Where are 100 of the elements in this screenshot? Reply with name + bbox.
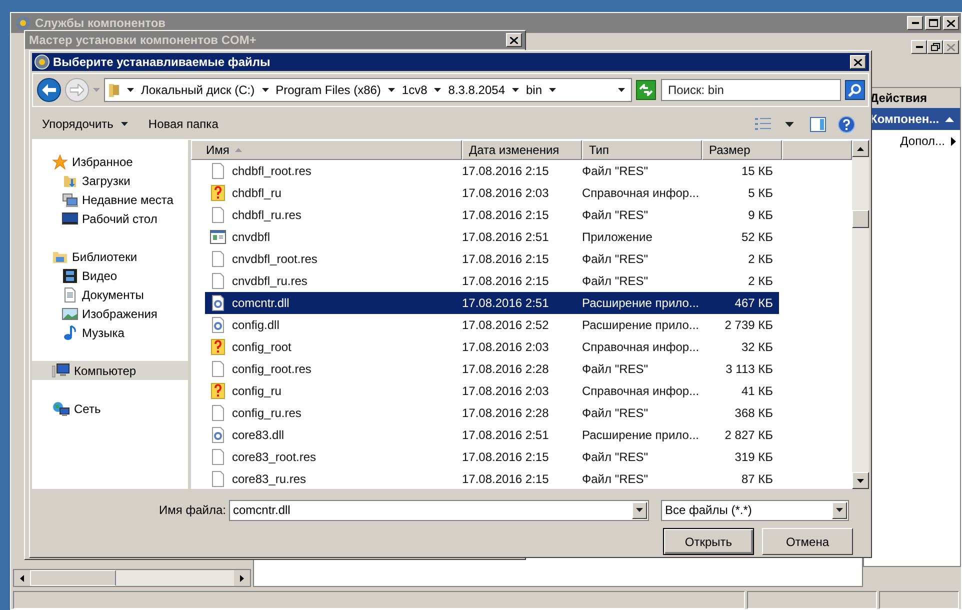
file-name-label: Имя файла: xyxy=(158,502,227,519)
column-header[interactable] xyxy=(782,140,852,160)
date-cell-text: 17.08.2016 2:03 xyxy=(462,339,550,356)
file-row[interactable]: chdbfl_ru.res 17.08.2016 2:15 Файл "RES" 9 КБ xyxy=(205,204,779,226)
preview-pane-button[interactable] xyxy=(810,116,826,132)
search-button[interactable] xyxy=(845,80,865,100)
file-row[interactable]: core83.dll 17.08.2016 2:51 Расширение прило... 2 827 КБ xyxy=(205,424,779,446)
scroll-thumb[interactable] xyxy=(30,570,116,586)
file-row[interactable]: config_root 17.08.2016 2:03 Справочная инфор... 32 КБ xyxy=(205,336,779,358)
size-cell-text: 87 КБ xyxy=(740,471,773,488)
back-button[interactable] xyxy=(37,78,61,102)
date-cell-text: 17.08.2016 2:03 xyxy=(462,383,550,400)
new-folder-button[interactable]: Новая папка xyxy=(148,115,218,133)
navigation-item[interactable]: Сеть xyxy=(32,399,188,418)
file-icon xyxy=(211,273,225,289)
close-button[interactable] xyxy=(943,40,959,54)
caret-icon xyxy=(262,88,269,92)
type-cell-text: Файл "RES" xyxy=(582,163,650,180)
maximize-button[interactable] xyxy=(925,16,941,30)
minimize-button[interactable] xyxy=(911,40,927,54)
type-cell-text: Расширение прило... xyxy=(582,427,700,444)
file-row[interactable]: chdbfl_root.res 17.08.2016 2:15 Файл "RES" 15 КБ xyxy=(205,160,779,182)
action-item[interactable]: Допол... xyxy=(864,130,960,152)
restore-button[interactable] xyxy=(927,40,943,54)
navigation-item[interactable]: Избранное xyxy=(32,152,188,171)
computer-icon xyxy=(52,362,70,378)
breadcrumb[interactable]: bin xyxy=(526,81,542,99)
file-name: config_root.res xyxy=(232,361,312,378)
minimize-button[interactable] xyxy=(907,16,923,30)
navigation-item[interactable]: Музыка xyxy=(32,323,188,342)
close-button[interactable] xyxy=(506,33,522,47)
file-row[interactable]: chdbfl_ru 17.08.2016 2:03 Справочная инфор... 5 КБ xyxy=(205,182,779,204)
search-field[interactable]: Поиск: bin xyxy=(661,79,841,101)
breadcrumb[interactable]: Локальный диск (C:) xyxy=(141,81,255,99)
type-cell-text: Файл "RES" xyxy=(582,207,650,224)
address-bar[interactable]: Локальный диск (C:) Program Files (x86) 1cv8 8.3.8.2054 bin xyxy=(104,78,632,102)
navigation-label: Рабочий стол xyxy=(82,210,158,228)
date-cell-text: 17.08.2016 2:15 xyxy=(462,251,550,268)
navigation-item[interactable]: Рабочий стол xyxy=(32,209,188,228)
type-cell-text: Файл "RES" xyxy=(582,449,650,466)
close-button[interactable] xyxy=(850,55,866,69)
breadcrumb[interactable]: 8.3.8.2054 xyxy=(448,81,505,99)
horizontal-scrollbar[interactable] xyxy=(13,569,251,587)
organize-menu[interactable]: Упорядочить xyxy=(42,115,128,133)
file-row[interactable]: comcntr.dll 17.08.2016 2:51 Расширение прило... 467 КБ xyxy=(205,292,779,314)
file-name: core83_ru.res xyxy=(232,471,306,488)
minimize-icon xyxy=(912,22,918,24)
date-cell-text: 17.08.2016 2:03 xyxy=(462,185,550,202)
navigation-item[interactable]: Недавние места xyxy=(32,190,188,209)
window-title: Службы компонентов xyxy=(35,15,166,32)
column-header[interactable]: Размер xyxy=(702,140,782,160)
column-header[interactable]: Дата изменения xyxy=(462,140,582,160)
film-icon xyxy=(62,268,78,284)
file-row[interactable]: config_ru.res 17.08.2016 2:28 Файл "RES" 368 КБ xyxy=(205,402,779,424)
maximize-icon xyxy=(928,19,938,27)
application-icon xyxy=(210,230,226,244)
help-file-icon xyxy=(211,339,225,355)
help-file-icon xyxy=(211,383,225,399)
file-row[interactable]: config.dll 17.08.2016 2:52 Расширение прило... 2 739 КБ xyxy=(205,314,779,336)
file-row[interactable]: cnvdbfl_ru.res 17.08.2016 2:15 Файл "RES" 2 КБ xyxy=(205,270,779,292)
close-button[interactable] xyxy=(943,16,959,30)
file-row[interactable]: cnvdbfl_root.res 17.08.2016 2:15 Файл "RES" 2 КБ xyxy=(205,248,779,270)
view-dropdown[interactable] xyxy=(785,122,794,126)
file-row[interactable]: cnvdbfl 17.08.2016 2:51 Приложение 52 КБ xyxy=(205,226,779,248)
file-row[interactable]: config_ru 17.08.2016 2:03 Справочная инфор... 41 КБ xyxy=(205,380,779,402)
size-cell-text: 3 113 КБ xyxy=(724,361,773,378)
file-row[interactable]: core83_root.res 17.08.2016 2:15 Файл "RES" 319 КБ xyxy=(205,446,779,468)
date-cell-text: 17.08.2016 2:28 xyxy=(462,405,550,422)
caret-icon xyxy=(836,508,843,512)
file-type-dropdown[interactable]: Все файлы (*.*) xyxy=(661,500,849,520)
navigation-label: Компьютер xyxy=(74,362,136,380)
navigation-item[interactable]: Библиотеки xyxy=(32,247,188,266)
dialog-button[interactable]: Отмена xyxy=(762,528,853,555)
help-button[interactable] xyxy=(838,116,855,132)
scroll-thumb[interactable] xyxy=(852,210,869,228)
date-cell-text: 17.08.2016 2:51 xyxy=(462,229,550,246)
column-header[interactable]: Тип xyxy=(582,140,702,160)
caret-icon xyxy=(549,88,556,92)
navigation-item[interactable]: Видео xyxy=(32,266,188,285)
monitor-icon xyxy=(62,210,78,226)
breadcrumb[interactable]: 1cv8 xyxy=(402,81,428,99)
type-cell-text: Файл "RES" xyxy=(582,361,650,378)
scroll-down-icon xyxy=(857,478,864,482)
dialog-button[interactable]: Открыть xyxy=(663,528,754,555)
column-header[interactable]: Имя xyxy=(191,140,462,160)
close-icon xyxy=(510,36,518,44)
minimize-icon xyxy=(916,46,922,48)
breadcrumb[interactable]: Program Files (x86) xyxy=(276,81,381,99)
navigation-item[interactable]: Компьютер xyxy=(32,361,188,380)
navigation-item[interactable]: Загрузки xyxy=(32,171,188,190)
file-row[interactable]: config_root.res 17.08.2016 2:28 Файл "RES" 3 113 КБ xyxy=(205,358,779,380)
refresh-button[interactable] xyxy=(636,80,656,100)
navigation-item[interactable]: Документы xyxy=(32,285,188,304)
file-name: comcntr.dll xyxy=(232,295,290,312)
file-row[interactable]: core83_ru.res 17.08.2016 2:15 Файл "RES" 87 КБ xyxy=(205,468,779,489)
vertical-scrollbar[interactable] xyxy=(852,140,869,489)
file-name-field[interactable]: comcntr.dll xyxy=(229,500,649,520)
dropdown-button[interactable] xyxy=(632,502,647,518)
navigation-label: Изображения xyxy=(82,306,158,322)
navigation-item[interactable]: Изображения xyxy=(32,304,188,323)
